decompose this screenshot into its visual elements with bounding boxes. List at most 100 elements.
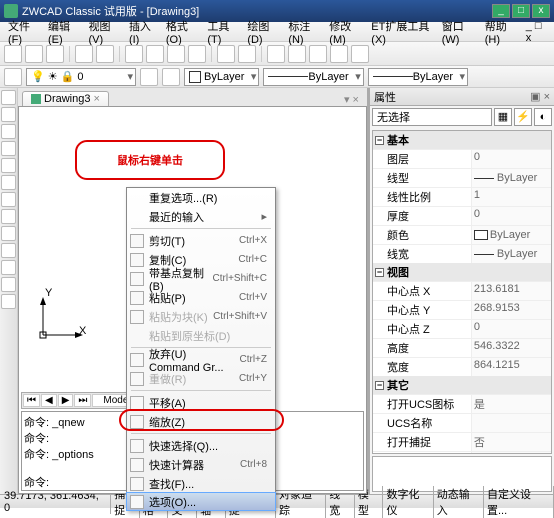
preview-button[interactable]	[96, 45, 114, 63]
layout-last[interactable]: ⏭	[74, 394, 91, 407]
zoom-icon	[130, 415, 144, 429]
status-bar: 39.7173, 361.4634, 0 捕捉 栅格 正交 极轴 对象捕捉 对象…	[0, 494, 554, 508]
spline-tool[interactable]	[1, 192, 16, 207]
copy-button[interactable]	[146, 45, 164, 63]
qselect-icon	[130, 439, 144, 453]
properties-panel: 属性 ▣ × 无选择 ▦ ⚡ ◐ −基本 图层0 线型ByLayer 线性比例1 …	[369, 88, 554, 494]
tool-d[interactable]	[330, 45, 348, 63]
ctx-options[interactable]: 选项(O)...	[126, 492, 276, 511]
tool-a[interactable]	[267, 45, 285, 63]
menu-help[interactable]: 帮助(H)	[481, 16, 520, 48]
match-button[interactable]	[188, 45, 206, 63]
menu-format[interactable]: 格式(O)	[162, 16, 202, 48]
layer-combo[interactable]: 💡 ☀ 🔒 0	[26, 68, 136, 86]
tool-e[interactable]	[351, 45, 369, 63]
point-tool[interactable]	[1, 243, 16, 258]
pan-icon	[130, 396, 144, 410]
linetype-combo[interactable]: ByLayer	[263, 68, 363, 86]
block-tool[interactable]	[1, 294, 16, 309]
doc-close-button[interactable]: _ □ x	[522, 18, 550, 46]
ctx-pan[interactable]: 平移(A)	[127, 393, 275, 412]
region-tool[interactable]	[1, 260, 16, 275]
menu-edit[interactable]: 编辑(E)	[44, 16, 82, 48]
ctx-find[interactable]: 查找(F)...	[127, 474, 275, 493]
qselect-button[interactable]: ⚡	[514, 108, 532, 126]
menu-ext[interactable]: ET扩展工具(X)	[367, 16, 435, 48]
open-button[interactable]	[25, 45, 43, 63]
selection-combo[interactable]: 无选择	[372, 108, 492, 126]
menu-draw[interactable]: 绘图(D)	[243, 16, 282, 48]
options-icon	[130, 495, 144, 509]
close-button[interactable]: x	[532, 4, 550, 18]
pick-button[interactable]: ▦	[494, 108, 512, 126]
cut-button[interactable]	[125, 45, 143, 63]
toggle-button[interactable]: ◐	[534, 108, 552, 126]
ellipse-tool[interactable]	[1, 175, 16, 190]
tool-b[interactable]	[288, 45, 306, 63]
menu-dim[interactable]: 标注(N)	[284, 16, 323, 48]
layer-tool-b[interactable]	[162, 68, 180, 86]
save-button[interactable]	[46, 45, 64, 63]
menu-modify[interactable]: 修改(M)	[325, 16, 365, 48]
ctx-calc[interactable]: 快速计算器Ctrl+8	[127, 455, 275, 474]
layout-prev[interactable]: ◀	[41, 394, 57, 407]
lineweight-combo[interactable]: ByLayer	[368, 68, 468, 86]
menu-insert[interactable]: 插入(I)	[125, 16, 160, 48]
ctx-copybase[interactable]: 带基点复制(B)Ctrl+Shift+C	[127, 269, 275, 288]
props-title: 属性	[374, 89, 396, 105]
doc-tab-label: Drawing3	[44, 93, 90, 105]
layer-tool-a[interactable]	[140, 68, 158, 86]
color-combo[interactable]: ByLayer	[184, 68, 259, 86]
table-tool[interactable]	[1, 277, 16, 292]
layout-first[interactable]: ⏮	[23, 394, 40, 407]
line-tool[interactable]	[1, 90, 16, 105]
new-button[interactable]	[4, 45, 22, 63]
paste-button[interactable]	[167, 45, 185, 63]
ctx-pasteorig: 粘贴到原坐标(D)	[127, 326, 275, 345]
doc-tab[interactable]: Drawing3 ×	[22, 91, 109, 106]
undo-icon	[130, 353, 144, 367]
ctx-cut[interactable]: 剪切(T)Ctrl+X	[127, 231, 275, 250]
drawing-canvas[interactable]: 鼠标右键单击 YX ⏮ ◀ ▶ ⏭ Model 命令: _qnew 命令: 命令…	[18, 106, 367, 494]
ctx-redo: 重做(R)Ctrl+Y	[127, 369, 275, 388]
doc-icon	[31, 94, 41, 104]
props-close[interactable]: ▣ ×	[530, 90, 550, 103]
property-grid[interactable]: −基本 图层0 线型ByLayer 线性比例1 厚度0 颜色ByLayer 线宽…	[372, 130, 552, 454]
ctx-zoom[interactable]: 缩放(Z)	[127, 412, 275, 431]
menu-file[interactable]: 文件(F)	[4, 16, 42, 48]
arc-tool[interactable]	[1, 141, 16, 156]
dyn-toggle[interactable]: 动态输入	[434, 486, 484, 518]
ctx-repeat[interactable]: 重复选项...(R)	[127, 188, 275, 207]
hatch-tool[interactable]	[1, 209, 16, 224]
ctx-paste[interactable]: 粘贴(P)Ctrl+V	[127, 288, 275, 307]
menu-tools[interactable]: 工具(T)	[203, 16, 241, 48]
tabs-menu[interactable]: ▾ ×	[340, 93, 363, 106]
doc-tabs: Drawing3 × ▾ ×	[18, 88, 367, 106]
tab-close-icon[interactable]: ×	[93, 93, 99, 105]
ctx-undo[interactable]: 放弃(U) Command Gr...Ctrl+Z	[127, 350, 275, 369]
toolbar-layers: 💡 ☀ 🔒 0 ByLayer ByLayer ByLayer	[0, 66, 554, 88]
menu-view[interactable]: 视图(V)	[84, 16, 122, 48]
layer-mgr-button[interactable]	[4, 68, 22, 86]
cut-icon	[130, 234, 144, 248]
pasteblock-icon	[130, 310, 144, 324]
menu-window[interactable]: 窗口(W)	[438, 16, 479, 48]
circle-tool[interactable]	[1, 124, 16, 139]
copybase-icon	[130, 272, 144, 286]
ctx-qselect[interactable]: 快速选择(Q)...	[127, 436, 275, 455]
undo-button[interactable]	[217, 45, 235, 63]
ctx-recent[interactable]: 最近的输入▸	[127, 207, 275, 226]
annotation-callout: 鼠标右键单击	[75, 140, 225, 180]
ctx-pasteblock: 粘贴为块(K)Ctrl+Shift+V	[127, 307, 275, 326]
tool-c[interactable]	[309, 45, 327, 63]
context-menu: 重复选项...(R) 最近的输入▸ 剪切(T)Ctrl+X 复制(C)Ctrl+…	[126, 187, 276, 511]
print-button[interactable]	[75, 45, 93, 63]
customize-button[interactable]: 自定义设置...	[484, 486, 554, 518]
text-tool[interactable]	[1, 226, 16, 241]
redo-button[interactable]	[238, 45, 256, 63]
ucs-icon: YX	[33, 297, 83, 350]
tablet-toggle[interactable]: 数字化仪	[383, 486, 433, 518]
pline-tool[interactable]	[1, 107, 16, 122]
layout-next[interactable]: ▶	[58, 394, 74, 407]
rect-tool[interactable]	[1, 158, 16, 173]
